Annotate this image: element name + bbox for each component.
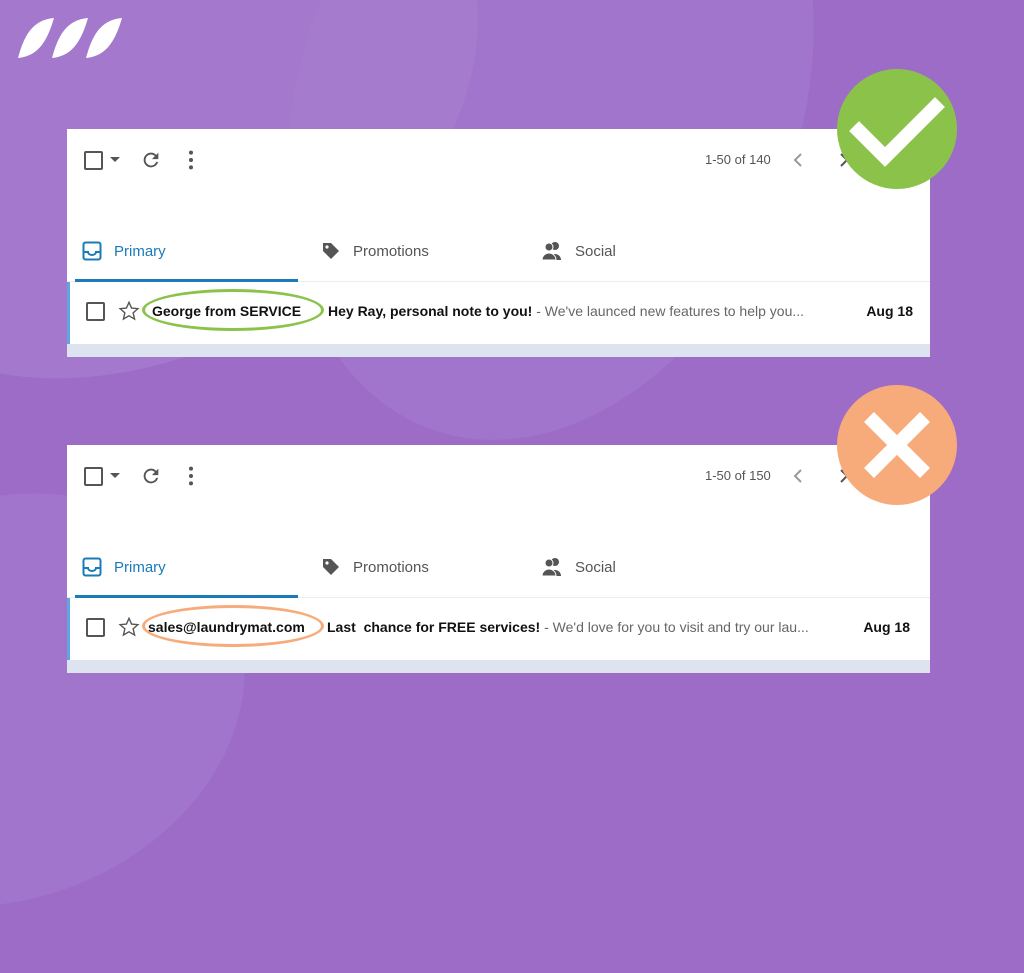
tab-primary[interactable]: Primary bbox=[75, 537, 298, 598]
people-icon bbox=[541, 558, 561, 577]
tab-label: Social bbox=[575, 242, 616, 260]
email-snippet: - We'd love for you to visit and try our… bbox=[540, 619, 809, 635]
people-icon bbox=[541, 242, 561, 261]
email-checkbox[interactable] bbox=[86, 618, 105, 637]
tab-label: Social bbox=[575, 558, 616, 576]
inbox-toolbar: 1-50 of 140 bbox=[67, 129, 930, 189]
tag-icon bbox=[323, 243, 339, 259]
inbox-icon bbox=[82, 557, 102, 577]
verdict-badge-good bbox=[837, 69, 957, 189]
tab-label: Promotions bbox=[353, 558, 429, 576]
panel-footer bbox=[67, 660, 930, 673]
brand-logo bbox=[18, 18, 122, 58]
star-icon[interactable] bbox=[118, 300, 140, 322]
inbox-panel-bad: 1-50 of 150 Primary Promotions Social sa… bbox=[67, 445, 930, 673]
select-dropdown-caret-icon[interactable] bbox=[110, 157, 120, 162]
tab-label: Primary bbox=[114, 558, 166, 576]
previous-page-icon[interactable] bbox=[791, 465, 805, 487]
select-all-checkbox[interactable] bbox=[84, 467, 103, 486]
select-dropdown-caret-icon[interactable] bbox=[110, 473, 120, 478]
email-subject-line: Hey Ray, personal note to you! - We've l… bbox=[328, 303, 804, 319]
pagination-count: 1-50 of 150 bbox=[705, 468, 771, 483]
email-subject: Last chance for FREE services! bbox=[327, 619, 541, 635]
inbox-panel-good: 1-50 of 140 Primary Promotions Social Ge… bbox=[67, 129, 930, 357]
email-row[interactable]: George from SERVICE Hey Ray, personal no… bbox=[67, 282, 930, 344]
tab-label: Promotions bbox=[353, 242, 429, 260]
email-date: Aug 18 bbox=[863, 619, 910, 635]
inbox-icon bbox=[82, 241, 102, 261]
tab-social[interactable]: Social bbox=[541, 537, 616, 597]
verdict-badge-bad bbox=[837, 385, 957, 505]
pagination-count: 1-50 of 140 bbox=[705, 152, 771, 167]
email-row[interactable]: sales@laundrymat.com Last chance for FRE… bbox=[67, 598, 930, 660]
checkmark-icon bbox=[849, 97, 945, 167]
email-snippet: - We've launced new features to help you… bbox=[532, 303, 805, 319]
email-sender: sales@laundrymat.com bbox=[148, 619, 305, 635]
panel-footer bbox=[67, 344, 930, 357]
refresh-icon[interactable] bbox=[140, 149, 162, 171]
tag-icon bbox=[323, 559, 339, 575]
tab-label: Primary bbox=[114, 242, 166, 260]
more-options-icon[interactable] bbox=[185, 465, 197, 487]
email-date: Aug 18 bbox=[866, 303, 913, 319]
tab-social[interactable]: Social bbox=[541, 221, 616, 281]
cross-icon bbox=[864, 412, 930, 478]
email-subject-line: Last chance for FREE services! - We'd lo… bbox=[327, 619, 809, 635]
tab-promotions[interactable]: Promotions bbox=[321, 537, 429, 597]
select-all-checkbox[interactable] bbox=[84, 151, 103, 170]
star-icon[interactable] bbox=[118, 616, 140, 638]
email-subject: Hey Ray, personal note to you! bbox=[328, 303, 533, 319]
email-sender: George from SERVICE bbox=[152, 303, 302, 319]
more-options-icon[interactable] bbox=[185, 149, 197, 171]
previous-page-icon[interactable] bbox=[791, 149, 805, 171]
inbox-toolbar: 1-50 of 150 bbox=[67, 445, 930, 505]
category-tabs: Primary Promotions Social bbox=[67, 537, 930, 598]
tab-primary[interactable]: Primary bbox=[75, 221, 298, 282]
tab-promotions[interactable]: Promotions bbox=[321, 221, 429, 281]
refresh-icon[interactable] bbox=[140, 465, 162, 487]
category-tabs: Primary Promotions Social bbox=[67, 221, 930, 282]
email-checkbox[interactable] bbox=[86, 302, 105, 321]
